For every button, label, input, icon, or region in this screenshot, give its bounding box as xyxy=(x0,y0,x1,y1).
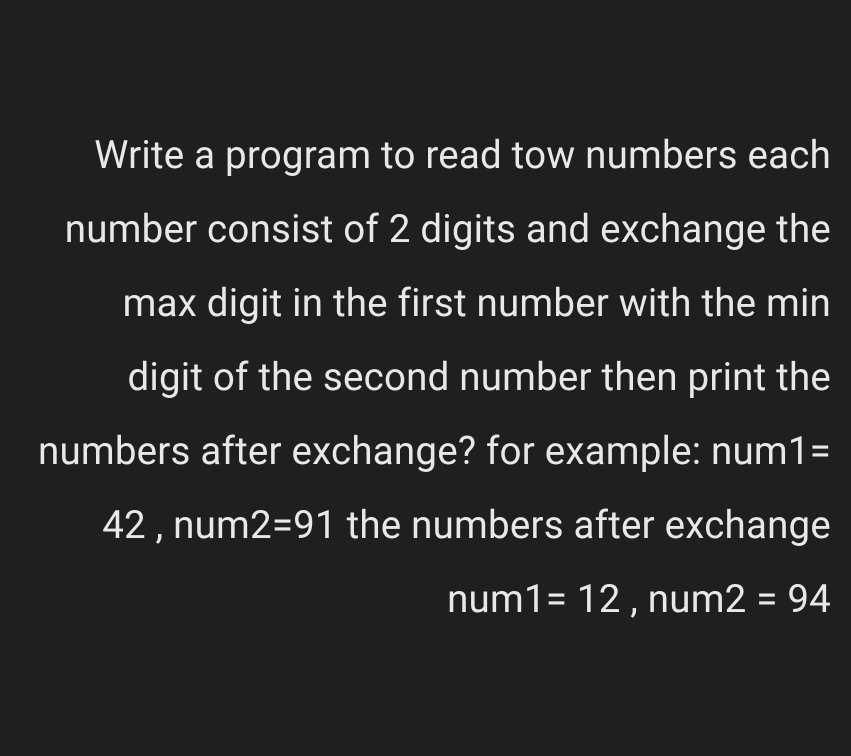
question-text: Write a program to read tow numbers each… xyxy=(20,119,831,636)
